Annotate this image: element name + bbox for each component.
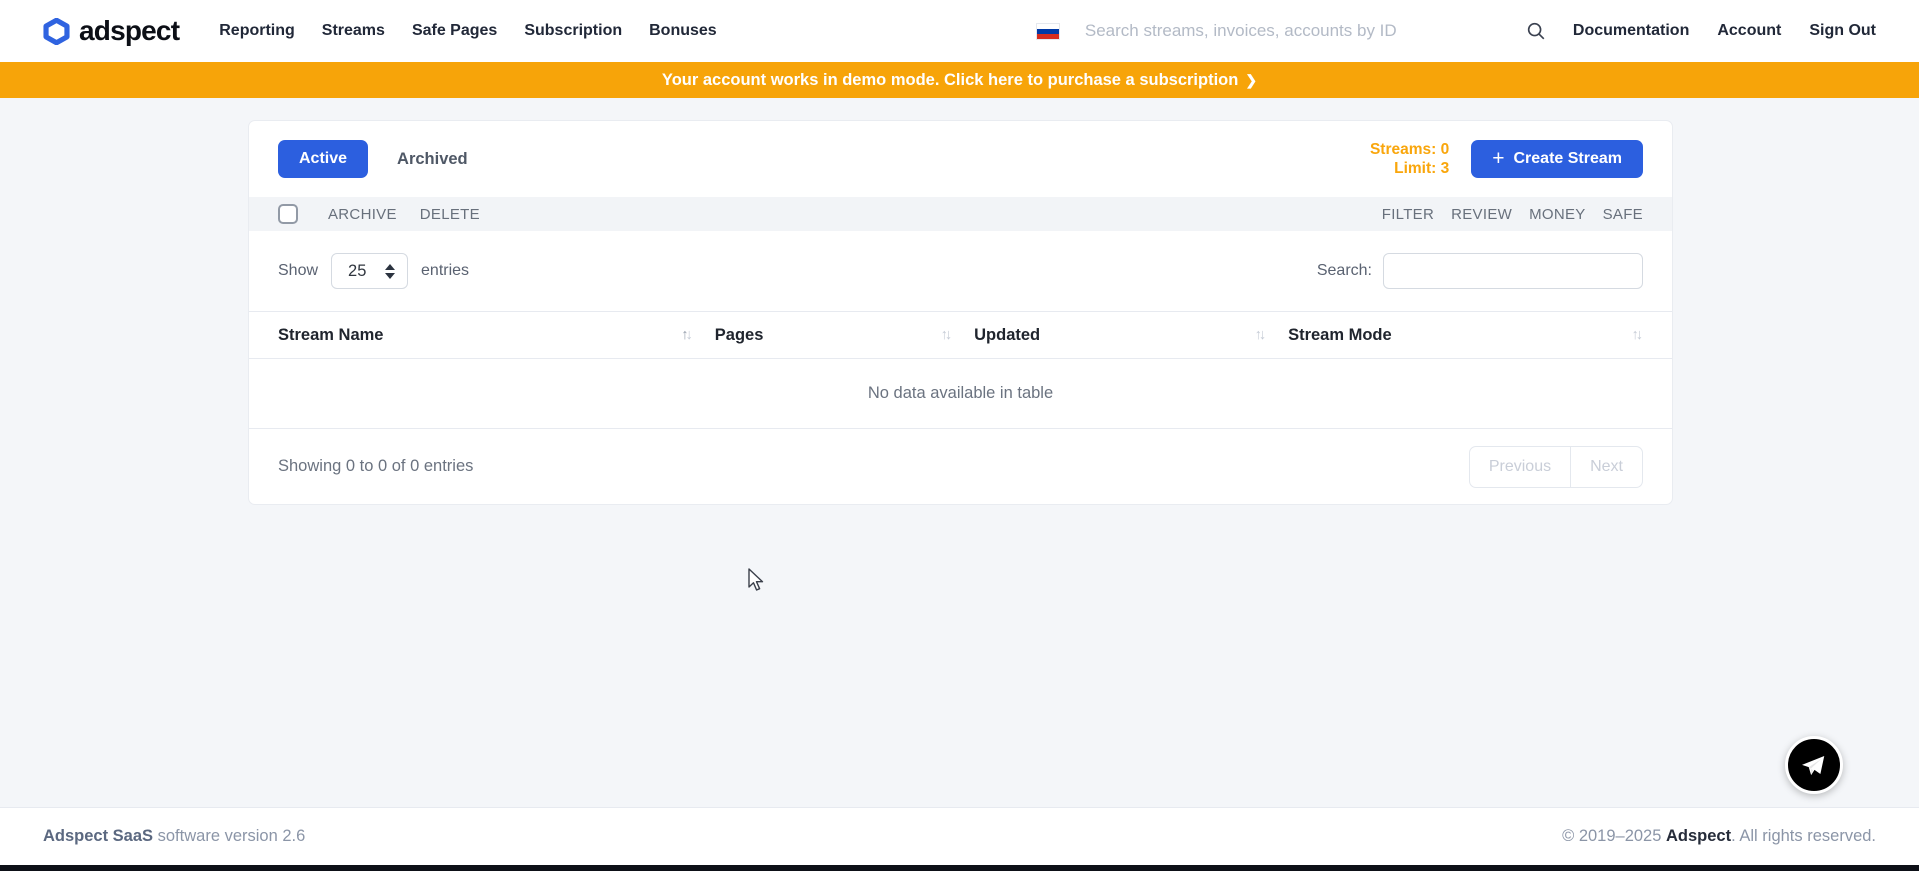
sort-icon: ↑↓ — [1631, 327, 1643, 343]
mouse-cursor — [748, 568, 770, 597]
tab-active-label: Active — [299, 150, 347, 168]
column-pages[interactable]: Pages ↑↓ — [715, 326, 974, 345]
page-length-value: 25 — [348, 262, 366, 281]
table-search-area: Search: — [1317, 253, 1643, 289]
delete-action[interactable]: DELETE — [420, 206, 480, 223]
sort-icon: ↑↓ — [1255, 327, 1267, 343]
top-header: adspect Reporting Streams Safe Pages Sub… — [0, 0, 1919, 62]
quota-info: Streams: 0 Limit: 3 — [1370, 140, 1449, 178]
demo-mode-banner[interactable]: Your account works in demo mode. Click h… — [0, 62, 1919, 98]
tab-archived[interactable]: Archived — [397, 150, 468, 169]
select-all-checkbox[interactable] — [278, 204, 298, 224]
footer-version: Adspect SaaS software version 2.6 — [43, 827, 305, 846]
previous-page-button[interactable]: Previous — [1469, 446, 1571, 488]
brand-wordmark: adspect — [79, 15, 179, 47]
column-label: Updated — [974, 326, 1040, 345]
select-arrows-icon — [385, 264, 395, 279]
show-label: Show — [278, 262, 318, 280]
table-search-label: Search: — [1317, 262, 1372, 280]
main-nav: Reporting Streams Safe Pages Subscriptio… — [219, 22, 716, 40]
russian-flag-icon[interactable] — [1037, 24, 1059, 39]
telegram-button[interactable] — [1785, 736, 1843, 794]
nav-reporting[interactable]: Reporting — [219, 22, 295, 40]
entries-label: entries — [421, 262, 469, 280]
pagination: Previous Next — [1469, 446, 1643, 488]
nav-account[interactable]: Account — [1717, 22, 1781, 40]
column-stream-mode[interactable]: Stream Mode ↑↓ — [1288, 326, 1643, 345]
table-search-input[interactable] — [1383, 253, 1643, 289]
streams-limit: Limit: 3 — [1370, 159, 1449, 178]
nav-sign-out[interactable]: Sign Out — [1809, 22, 1876, 40]
card-bottom-row: Showing 0 to 0 of 0 entries Previous Nex… — [249, 429, 1672, 504]
table-controls-row: Show 25 entries Search: — [249, 231, 1672, 311]
banner-text: Your account works in demo mode. Click h… — [662, 71, 1238, 90]
plus-icon: + — [1492, 151, 1504, 167]
column-updated[interactable]: Updated ↑↓ — [974, 326, 1288, 345]
search-icon[interactable] — [1525, 20, 1547, 42]
copyright-brand: Adspect — [1666, 827, 1731, 845]
copyright-years: © 2019–2025 — [1562, 827, 1666, 845]
empty-table-message: No data available in table — [249, 359, 1672, 429]
page-footer: Adspect SaaS software version 2.6 © 2019… — [0, 807, 1919, 865]
nav-streams[interactable]: Streams — [322, 22, 385, 40]
filter-mode-link[interactable]: FILTER — [1382, 206, 1434, 223]
footer-copyright: © 2019–2025 Adspect. All rights reserved… — [1562, 827, 1876, 846]
secondary-nav: Documentation Account Sign Out — [1573, 22, 1876, 40]
nav-bonuses[interactable]: Bonuses — [649, 22, 717, 40]
nav-safe-pages[interactable]: Safe Pages — [412, 22, 497, 40]
copyright-rest: . All rights reserved. — [1731, 827, 1876, 845]
column-label: Pages — [715, 326, 764, 345]
adspect-logo[interactable]: adspect — [43, 15, 179, 47]
footer-version-text: software version 2.6 — [153, 827, 305, 845]
telegram-plane-icon — [1798, 751, 1828, 781]
sort-icon: ↑↓ — [681, 327, 693, 343]
chevron-right-icon: ❯ — [1245, 72, 1257, 89]
hexagon-logo-icon — [43, 18, 70, 45]
streams-card: Active Archived Streams: 0 Limit: 3 + Cr… — [248, 120, 1673, 505]
entries-info: Showing 0 to 0 of 0 entries — [278, 457, 473, 476]
money-mode-link[interactable]: MONEY — [1529, 206, 1586, 223]
toolbar-right-filters: FILTER REVIEW MONEY SAFE — [1382, 206, 1643, 223]
create-stream-button[interactable]: + Create Stream — [1471, 140, 1643, 178]
column-label: Stream Mode — [1288, 326, 1392, 345]
nav-documentation[interactable]: Documentation — [1573, 22, 1689, 40]
bulk-actions-toolbar: ARCHIVE DELETE FILTER REVIEW MONEY SAFE — [249, 197, 1672, 231]
toolbar-left-actions: ARCHIVE DELETE — [328, 206, 480, 223]
sort-icon: ↑↓ — [941, 327, 953, 343]
global-search-input[interactable] — [1085, 21, 1515, 41]
page-length-select[interactable]: 25 — [331, 253, 408, 289]
archive-action[interactable]: ARCHIVE — [328, 206, 397, 223]
bottom-edge-bar — [0, 865, 1919, 871]
nav-subscription[interactable]: Subscription — [524, 22, 622, 40]
safe-mode-link[interactable]: SAFE — [1603, 206, 1643, 223]
footer-product-name: Adspect SaaS — [43, 827, 153, 845]
column-label: Stream Name — [278, 326, 383, 345]
create-stream-label: Create Stream — [1514, 150, 1623, 168]
header-search-area — [1037, 20, 1573, 42]
column-stream-name[interactable]: Stream Name ↑↓ — [278, 326, 715, 345]
table-header-row: Stream Name ↑↓ Pages ↑↓ Updated ↑↓ Strea… — [249, 311, 1672, 359]
streams-count: Streams: 0 — [1370, 140, 1449, 159]
tab-active[interactable]: Active — [278, 140, 368, 178]
next-page-button[interactable]: Next — [1570, 446, 1643, 488]
review-mode-link[interactable]: REVIEW — [1451, 206, 1512, 223]
card-top-row: Active Archived Streams: 0 Limit: 3 + Cr… — [249, 121, 1672, 197]
